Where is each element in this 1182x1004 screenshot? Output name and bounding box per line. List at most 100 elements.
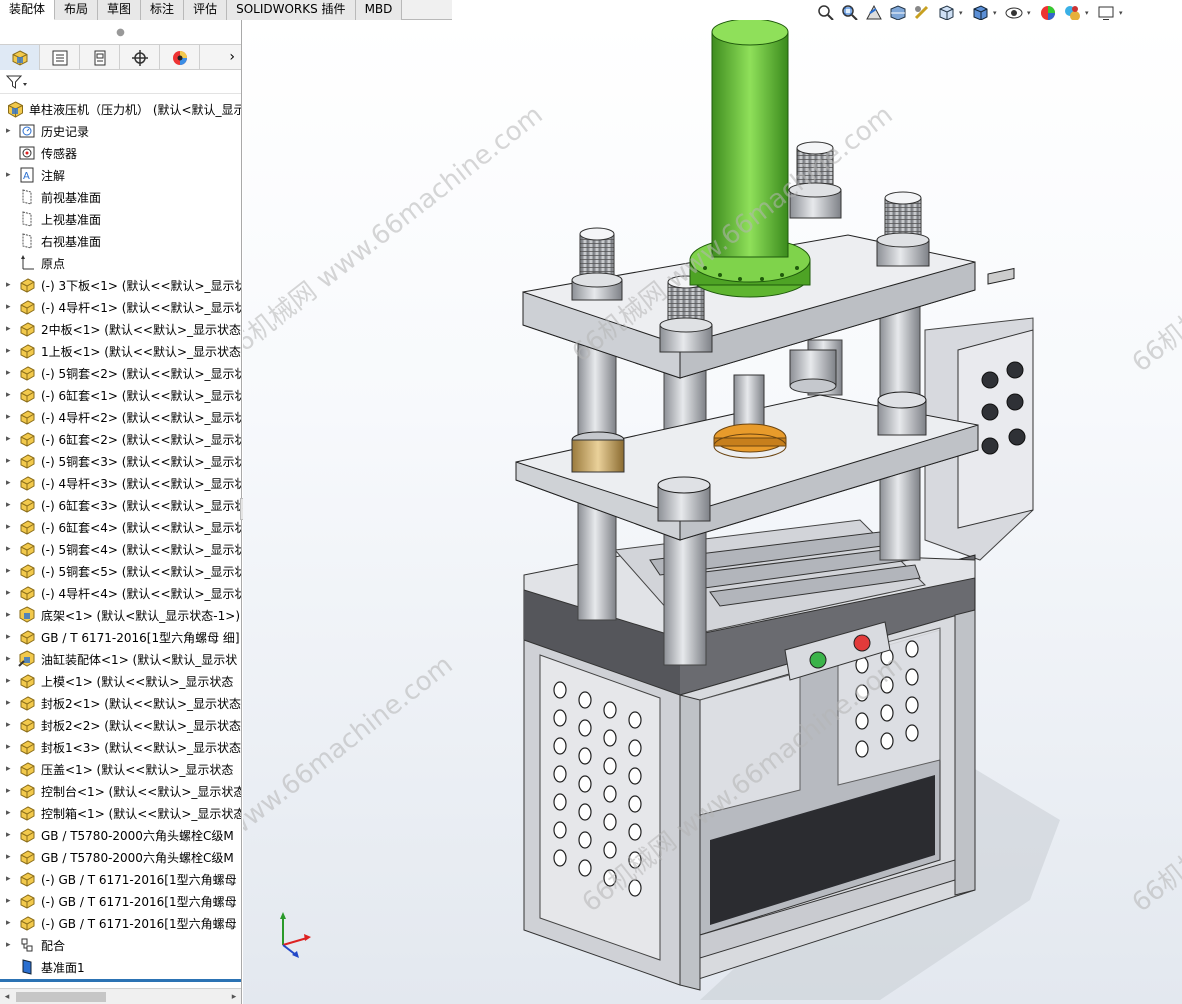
tree-item[interactable]: ▸ (-) 6缸套<4> (默认<<默认>_显示状 xyxy=(0,516,241,538)
expand-arrow-icon[interactable]: ▸ xyxy=(6,346,18,356)
tree-item[interactable]: ▸ 配合 xyxy=(0,934,241,956)
feature-manager-tab[interactable] xyxy=(0,45,40,70)
expand-arrow-icon[interactable]: ▸ xyxy=(6,302,18,312)
tree-item[interactable]: ▸ 油缸装配体<1> (默认<默认_显示状 xyxy=(0,648,241,670)
tree-item[interactable]: ▸ (-) 6缸套<2> (默认<<默认>_显示状 xyxy=(0,428,241,450)
property-manager-tab[interactable] xyxy=(40,45,80,70)
tree-item[interactable]: ▸ (-) 5铜套<2> (默认<<默认>_显示状 xyxy=(0,362,241,384)
tree-item[interactable]: ▸ 控制台<1> (默认<<默认>_显示状态 xyxy=(0,780,241,802)
panel-grip-icon[interactable]: ● xyxy=(0,20,241,44)
tree-item[interactable]: ▸ 2中板<1> (默认<<默认>_显示状态 xyxy=(0,318,241,340)
expand-arrow-icon[interactable]: ▸ xyxy=(6,632,18,642)
graphics-viewport[interactable]: 66机械网 www.66machine.com 66机械网 www.66mach… xyxy=(243,20,1182,1004)
tab-1[interactable]: 布局 xyxy=(55,0,99,20)
tree-item[interactable]: ▸ (-) 4导杆<4> (默认<<默认>_显示状 xyxy=(0,582,241,604)
tree-item[interactable]: 传感器 xyxy=(0,142,241,164)
tree-filter[interactable] xyxy=(0,70,241,94)
expand-arrow-icon[interactable]: ▸ xyxy=(6,852,18,862)
tree-item[interactable]: ▸ 上模<1> (默认<<默认>_显示状态 xyxy=(0,670,241,692)
expand-arrow-icon[interactable]: ▸ xyxy=(6,830,18,840)
tab-4[interactable]: 评估 xyxy=(184,0,228,20)
tree-item[interactable]: ▸ 压盖<1> (默认<<默认>_显示状态 xyxy=(0,758,241,780)
expand-arrow-icon[interactable]: ▸ xyxy=(6,808,18,818)
tree-item[interactable]: ▸ (-) 4导杆<2> (默认<<默认>_显示状 xyxy=(0,406,241,428)
expand-arrow-icon[interactable]: ▸ xyxy=(6,940,18,950)
tab-3[interactable]: 标注 xyxy=(141,0,185,20)
expand-arrow-icon[interactable]: ▸ xyxy=(6,170,18,180)
expand-arrow-icon[interactable]: ▸ xyxy=(6,412,18,422)
tree-item[interactable]: ▸ 控制箱<1> (默认<<默认>_显示状态 xyxy=(0,802,241,824)
panel-tabs-more-arrow[interactable]: › xyxy=(200,45,241,69)
tab-6[interactable]: MBD xyxy=(355,0,403,20)
dropdown-arrow-icon[interactable]: ▾ xyxy=(1119,9,1127,17)
expand-arrow-icon[interactable]: ▸ xyxy=(6,324,18,334)
configuration-manager-tab[interactable] xyxy=(80,45,120,70)
tree-item[interactable]: ▸ GB / T 6171-2016[1型六角螺母 细] xyxy=(0,626,241,648)
tree-horizontal-scrollbar[interactable]: ◂ ▸ xyxy=(0,988,241,1004)
tree-item[interactable]: 前视基准面 xyxy=(0,186,241,208)
tree-item[interactable]: 右视基准面 xyxy=(0,230,241,252)
tree-item[interactable]: ▸ (-) 6缸套<3> (默认<<默认>_显示状 xyxy=(0,494,241,516)
tree-item[interactable]: ▸ 1上板<1> (默认<<默认>_显示状态 xyxy=(0,340,241,362)
subassembly-icon xyxy=(18,606,36,624)
expand-arrow-icon[interactable]: ▸ xyxy=(6,874,18,884)
tab-2[interactable]: 草图 xyxy=(98,0,142,20)
scroll-right-arrow-icon[interactable]: ▸ xyxy=(227,989,241,1004)
expand-arrow-icon[interactable]: ▸ xyxy=(6,280,18,290)
tree-item[interactable]: ▸ 底架<1> (默认<默认_显示状态-1>) xyxy=(0,604,241,626)
dropdown-arrow-icon[interactable]: ▾ xyxy=(959,9,967,17)
tree-item[interactable]: ▸ (-) 6缸套<1> (默认<<默认>_显示状 xyxy=(0,384,241,406)
expand-arrow-icon[interactable]: ▸ xyxy=(6,456,18,466)
tree-item[interactable]: ▸ 封板1<3> (默认<<默认>_显示状态 xyxy=(0,736,241,758)
expand-arrow-icon[interactable]: ▸ xyxy=(6,742,18,752)
tree-item[interactable]: ▸ (-) 4导杆<1> (默认<<默认>_显示状 xyxy=(0,296,241,318)
expand-arrow-icon[interactable]: ▸ xyxy=(6,654,18,664)
dimxpert-tab[interactable] xyxy=(120,45,160,70)
display-manager-tab[interactable] xyxy=(160,45,200,70)
expand-arrow-icon[interactable]: ▸ xyxy=(6,390,18,400)
dropdown-arrow-icon[interactable]: ▾ xyxy=(1085,9,1093,17)
tree-item[interactable]: 原点 xyxy=(0,252,241,274)
expand-arrow-icon[interactable]: ▸ xyxy=(6,544,18,554)
hydraulic-press-model[interactable] xyxy=(243,20,1182,1004)
tree-item[interactable]: ▸ (-) GB / T 6171-2016[1型六角螺母 xyxy=(0,868,241,890)
expand-arrow-icon[interactable]: ▸ xyxy=(6,676,18,686)
expand-arrow-icon[interactable]: ▸ xyxy=(6,368,18,378)
expand-arrow-icon[interactable]: ▸ xyxy=(6,434,18,444)
expand-arrow-icon[interactable]: ▸ xyxy=(6,126,18,136)
tab-0[interactable]: 装配体 xyxy=(0,0,56,20)
tree-item[interactable]: ▸ 封板2<1> (默认<<默认>_显示状态 xyxy=(0,692,241,714)
tree-item[interactable]: ▸ GB / T5780-2000六角头螺栓C级M xyxy=(0,846,241,868)
expand-arrow-icon[interactable]: ▸ xyxy=(6,764,18,774)
scroll-thumb[interactable] xyxy=(16,992,106,1002)
expand-arrow-icon[interactable]: ▸ xyxy=(6,566,18,576)
tree-item[interactable]: ▸ (-) GB / T 6171-2016[1型六角螺母 xyxy=(0,912,241,934)
scroll-left-arrow-icon[interactable]: ◂ xyxy=(0,989,14,1004)
expand-arrow-icon[interactable]: ▸ xyxy=(6,698,18,708)
expand-arrow-icon[interactable]: ▸ xyxy=(6,522,18,532)
tree-item[interactable]: ▸ GB / T5780-2000六角头螺栓C级M xyxy=(0,824,241,846)
expand-arrow-icon[interactable]: ▸ xyxy=(6,786,18,796)
expand-arrow-icon[interactable]: ▸ xyxy=(6,918,18,928)
tree-item[interactable]: ▸ (-) 3下板<1> (默认<<默认>_显示状 xyxy=(0,274,241,296)
expand-arrow-icon[interactable]: ▸ xyxy=(6,720,18,730)
dropdown-arrow-icon[interactable]: ▾ xyxy=(993,9,1001,17)
tree-item[interactable]: ▸ (-) 5铜套<4> (默认<<默认>_显示状 xyxy=(0,538,241,560)
tree-root-assembly[interactable]: 单柱液压机（压力机） (默认<默认_显示状态-1>) xyxy=(0,98,241,120)
tab-5[interactable]: SOLIDWORKS 插件 xyxy=(227,0,356,20)
tree-item[interactable]: 上视基准面 xyxy=(0,208,241,230)
tree-item[interactable]: ▸ A 注解 xyxy=(0,164,241,186)
tree-item[interactable]: 基准面1 xyxy=(0,956,241,978)
expand-arrow-icon[interactable]: ▸ xyxy=(6,896,18,906)
tree-item[interactable]: ▸ (-) 4导杆<3> (默认<<默认>_显示状 xyxy=(0,472,241,494)
tree-item[interactable]: ▸ 历史记录 xyxy=(0,120,241,142)
tree-item[interactable]: ▸ 封板2<2> (默认<<默认>_显示状态 xyxy=(0,714,241,736)
tree-item[interactable]: ▸ (-) 5铜套<3> (默认<<默认>_显示状 xyxy=(0,450,241,472)
tree-item[interactable]: ▸ (-) 5铜套<5> (默认<<默认>_显示状 xyxy=(0,560,241,582)
expand-arrow-icon[interactable]: ▸ xyxy=(6,478,18,488)
tree-item[interactable]: ▸ (-) GB / T 6171-2016[1型六角螺母 xyxy=(0,890,241,912)
expand-arrow-icon[interactable]: ▸ xyxy=(6,610,18,620)
dropdown-arrow-icon[interactable]: ▾ xyxy=(1027,9,1035,17)
expand-arrow-icon[interactable]: ▸ xyxy=(6,588,18,598)
expand-arrow-icon[interactable]: ▸ xyxy=(6,500,18,510)
